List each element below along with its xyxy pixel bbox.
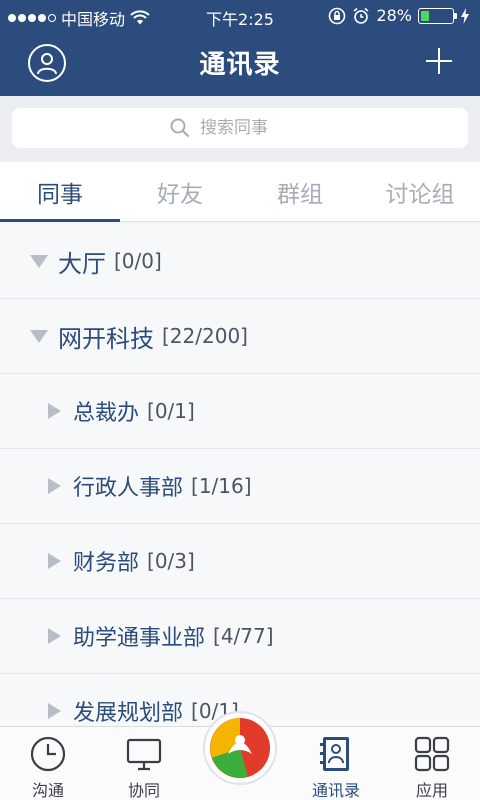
tab-groups[interactable]: 群组 (240, 162, 360, 221)
list-item[interactable]: 网开科技 [22/200] (0, 299, 480, 374)
member-count: [4/77] (213, 624, 274, 648)
status-bar: 中国移动 下午2:25 28% (0, 0, 480, 32)
status-right: 28% (328, 6, 470, 25)
tabbar-label: 沟通 (31, 781, 64, 800)
app-logo-icon (210, 718, 270, 779)
tabbar-item-contacts[interactable]: 通讯录 (288, 727, 384, 800)
member-count: [22/200] (162, 324, 248, 348)
member-count: [0/3] (147, 549, 195, 573)
collapsed-arrow-icon (48, 553, 61, 569)
tab-discussion-groups[interactable]: 讨论组 (360, 162, 480, 221)
expanded-arrow-icon (30, 254, 48, 268)
bottom-tab-bar: 沟通 协同 通讯录 应用 (0, 711, 480, 800)
tab-colleagues[interactable]: 同事 (0, 162, 120, 222)
list-item[interactable]: 大厅 [0/0] (0, 224, 480, 299)
tabbar-item-apps[interactable]: 应用 (384, 727, 480, 800)
grid-icon (412, 735, 452, 773)
tabbar-item-chat[interactable]: 沟通 (0, 727, 96, 800)
collapsed-arrow-icon (48, 703, 61, 719)
search-area (0, 96, 480, 162)
collapsed-arrow-icon (48, 403, 61, 419)
tab-friends[interactable]: 好友 (120, 162, 240, 221)
group-name: 网开科技 (58, 324, 154, 353)
list-item[interactable]: 财务部 [0/3] (0, 524, 480, 599)
member-count: [1/16] (191, 474, 252, 498)
add-contact-button[interactable] (424, 46, 454, 76)
department-name: 总裁办 (73, 401, 140, 426)
group-name: 大厅 (58, 249, 106, 278)
battery-fill (421, 10, 430, 21)
tabbar-item-collaboration[interactable]: 协同 (96, 727, 192, 800)
expanded-arrow-icon (30, 329, 48, 343)
department-name: 行政人事部 (73, 476, 184, 501)
page-title: 通讯录 (199, 50, 281, 80)
charging-bolt-icon (461, 7, 469, 24)
list-item[interactable]: 行政人事部 [1/16] (0, 449, 480, 524)
org-tree-list: 大厅 [0/0] 网开科技 [22/200] 总裁办 [0/1] 行政人事部 [… (0, 224, 480, 726)
contacts-book-icon (316, 735, 356, 773)
alarm-icon (353, 7, 369, 24)
clock-icon (28, 735, 68, 773)
department-name: 发展规划部 (73, 701, 184, 726)
department-name: 助学通事业部 (73, 626, 206, 651)
member-count: [0/1] (147, 399, 195, 423)
collapsed-arrow-icon (48, 628, 61, 644)
department-name: 财务部 (73, 551, 140, 576)
tabbar-label: 通讯录 (311, 781, 360, 800)
list-item[interactable]: 总裁办 [0/1] (0, 374, 480, 449)
rotation-lock-icon (329, 7, 346, 24)
tabbar-label: 协同 (127, 781, 160, 800)
collapsed-arrow-icon (48, 478, 61, 494)
monitor-icon (124, 735, 164, 773)
battery-percent: 28% (376, 6, 412, 25)
top-header: 中国移动 下午2:25 28% 通讯录 (0, 0, 480, 96)
search-icon (170, 118, 190, 138)
battery-icon (418, 7, 457, 24)
search-input[interactable] (200, 118, 310, 138)
list-item[interactable]: 助学通事业部 [4/77] (0, 599, 480, 674)
search-box[interactable] (12, 108, 468, 148)
member-count: [0/0] (114, 249, 162, 273)
center-logo-button[interactable] (203, 711, 277, 785)
tabbar-label: 应用 (415, 781, 448, 800)
category-tabs: 同事 好友 群组 讨论组 (0, 162, 480, 222)
